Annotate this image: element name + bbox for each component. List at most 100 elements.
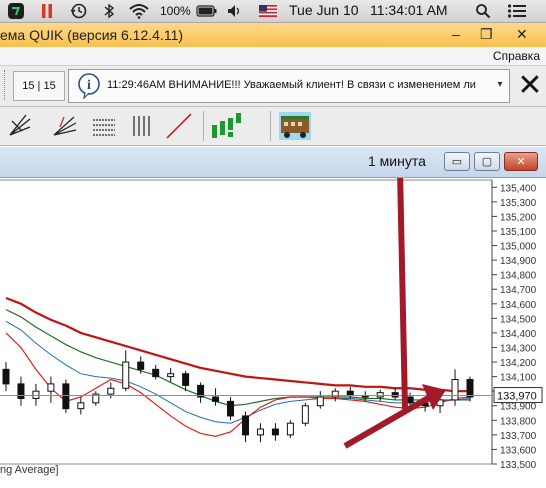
app-logo-icon[interactable]: [6, 2, 26, 20]
candle-body: [62, 383, 70, 410]
candle-body: [286, 422, 294, 436]
candle-body: [107, 387, 115, 395]
candle-body: [182, 373, 190, 386]
pause-icon[interactable]: [40, 2, 54, 20]
y-tick-label: 134,100: [500, 373, 537, 384]
candle-body: [227, 400, 235, 417]
candle-body: [2, 368, 10, 385]
y-tick-label: 133,700: [500, 431, 537, 442]
chart-window-titlebar: 1 минута ▭ ▢ ✕: [0, 147, 546, 178]
candlestick-chart-svg[interactable]: 135,400 135,300 135,200 135,100 135,000 134,9…: [0, 148, 546, 483]
menubar-clock[interactable]: 11:34:01 AM: [370, 2, 448, 18]
y-tick-label: 134,900: [500, 256, 537, 267]
grip-handle[interactable]: [4, 70, 8, 100]
candle-body: [122, 361, 130, 389]
page-indicator[interactable]: 15 | 15: [13, 71, 65, 101]
window-title: ема QUIK (версия 6.12.4.11): [0, 27, 184, 43]
candles-chart-tool-icon[interactable]: [210, 111, 246, 141]
svg-text:i: i: [87, 78, 91, 93]
candle-body: [212, 396, 220, 402]
chart-minimize-glyph: ▭: [451, 156, 463, 168]
us-flag-icon[interactable]: [258, 2, 278, 20]
candle-body: [17, 383, 25, 399]
trend-line-tool-icon[interactable]: [164, 111, 192, 141]
annotation-arrow-bottom: [343, 394, 432, 449]
menu-bar: Справка: [0, 47, 546, 66]
candle-body: [152, 368, 160, 378]
candle-body: [316, 396, 324, 407]
y-tick-label: 134,400: [500, 329, 537, 340]
menu-help[interactable]: Справка: [493, 49, 540, 63]
restore-button[interactable]: ❐: [480, 26, 493, 43]
trade-chart-tool-icon[interactable]: [278, 111, 312, 141]
candle-body: [466, 379, 474, 398]
news-ticker[interactable]: i 11:29:46AM ВНИМАНИЕ!!! Уважаемый клиен…: [68, 69, 510, 103]
chart-close-button[interactable]: ✕: [504, 152, 538, 171]
wifi-icon[interactable]: [128, 2, 150, 20]
y-tick-label: 135,400: [500, 183, 537, 194]
y-tick-label: 134,600: [500, 300, 537, 311]
battery-percent: 100%: [160, 4, 191, 18]
candle-body: [32, 390, 40, 399]
y-tick-label: 134,300: [500, 343, 537, 354]
drawing-toolbar: [0, 107, 546, 146]
candle-body: [301, 405, 309, 424]
candle-body: [271, 428, 279, 436]
news-ticker-bar: 15 | 15 i 11:29:46AM ВНИМАНИЕ!!! Уважаем…: [0, 66, 546, 107]
close-window-button[interactable]: ✕: [516, 26, 528, 43]
y-tick-label: 134,700: [500, 285, 537, 296]
chart-period-title: 1 минута: [368, 153, 426, 169]
candle-body: [137, 361, 145, 370]
volume-icon[interactable]: [227, 2, 243, 20]
toolbar-separator: [203, 111, 204, 141]
time-machine-icon[interactable]: [70, 2, 88, 20]
spotlight-search-icon[interactable]: [474, 2, 492, 20]
news-dropdown-button[interactable]: ▾: [493, 76, 507, 94]
battery-icon[interactable]: [196, 2, 218, 20]
bluetooth-icon[interactable]: [102, 2, 116, 20]
price-chart[interactable]: 135,400 135,300 135,200 135,100 135,000 134,9…: [0, 148, 546, 483]
chart-restore-button[interactable]: ▢: [474, 152, 500, 171]
chart-close-glyph: ✕: [516, 156, 526, 168]
horizontal-levels-tool-icon[interactable]: [90, 111, 118, 141]
candle-body: [241, 415, 249, 436]
notification-center-icon[interactable]: [506, 2, 528, 20]
chart-restore-glyph: ▢: [481, 156, 493, 168]
candle-body: [256, 428, 264, 436]
toolbar-separator: [270, 111, 271, 141]
chart-minimize-button[interactable]: ▭: [444, 152, 470, 171]
page-indicator-text: 15 | 15: [22, 80, 56, 92]
y-tick-label: 133,600: [500, 445, 537, 456]
y-tick-label: 133,500: [500, 460, 537, 471]
y-tick-label: 134,500: [500, 314, 537, 325]
indicator-label: ng Average]: [0, 464, 59, 476]
fibonacci-fan-tool-icon[interactable]: [50, 111, 78, 141]
y-tick-label: 133,900: [500, 402, 537, 413]
news-message: 11:29:46AM ВНИМАНИЕ!!! Уважаемый клиент!…: [107, 79, 476, 91]
y-tick-label: 135,000: [500, 242, 537, 253]
y-tick-label: 133,800: [500, 416, 537, 427]
menubar-date[interactable]: Tue Jun 10: [289, 2, 359, 18]
minimize-button[interactable]: –: [452, 26, 460, 42]
y-tick-label: 134,800: [500, 271, 537, 282]
vertical-levels-tool-icon[interactable]: [128, 111, 156, 141]
info-icon: i: [77, 73, 101, 104]
annotation-arrow-top: [397, 169, 408, 410]
candle-body: [451, 379, 459, 401]
y-tick-label: 135,200: [500, 212, 537, 223]
y-tick-label: 135,100: [500, 227, 537, 238]
candle-body: [391, 392, 399, 398]
mac-menubar: 100% Tue Jun 10 11:34:01 AM: [0, 0, 546, 23]
current-price-label: 133,970: [497, 391, 537, 403]
candle-body: [77, 402, 85, 410]
y-tick-label: 134,200: [500, 358, 537, 369]
candle-body: [406, 396, 414, 404]
y-tick-label: 135,300: [500, 198, 537, 209]
app-title-bar: ема QUIK (версия 6.12.4.11) – ❐ ✕: [0, 23, 546, 48]
trend-fan-tool-icon[interactable]: [6, 111, 34, 141]
candle-body: [47, 383, 55, 392]
candle-body: [346, 390, 354, 397]
candle-body: [331, 390, 339, 398]
candle-body: [376, 392, 384, 398]
close-ticker-button[interactable]: ✕: [515, 70, 545, 102]
